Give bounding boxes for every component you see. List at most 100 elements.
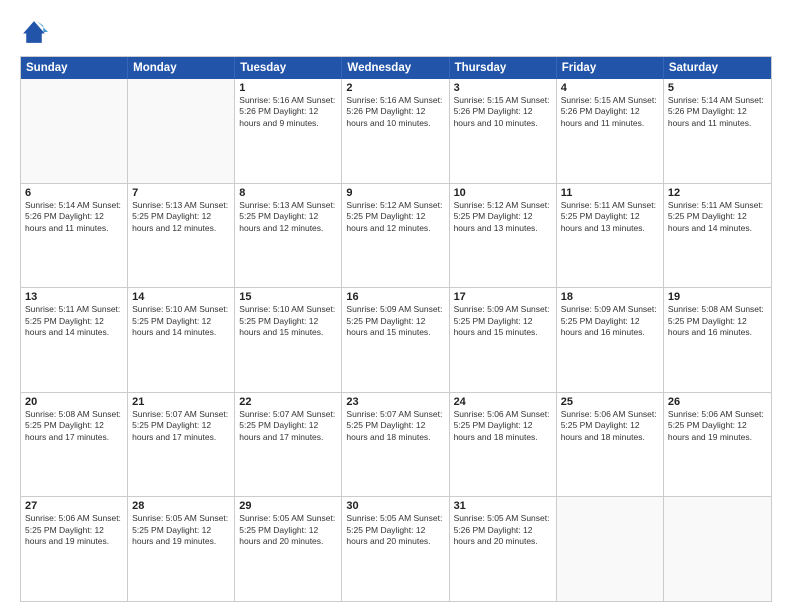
cell-info: Sunrise: 5:09 AM Sunset: 5:25 PM Dayligh… [561,304,659,338]
calendar-row-1: 6Sunrise: 5:14 AM Sunset: 5:26 PM Daylig… [21,183,771,288]
cell-info: Sunrise: 5:07 AM Sunset: 5:25 PM Dayligh… [239,409,337,443]
cell-info: Sunrise: 5:12 AM Sunset: 5:25 PM Dayligh… [454,200,552,234]
day-number: 23 [346,396,444,408]
calendar-row-4: 27Sunrise: 5:06 AM Sunset: 5:25 PM Dayli… [21,496,771,601]
cell-info: Sunrise: 5:11 AM Sunset: 5:25 PM Dayligh… [25,304,123,338]
day-number: 8 [239,187,337,199]
day-number: 20 [25,396,123,408]
weekday-header-saturday: Saturday [664,57,771,79]
calendar-cell: 8Sunrise: 5:13 AM Sunset: 5:25 PM Daylig… [235,184,342,288]
calendar-cell: 21Sunrise: 5:07 AM Sunset: 5:25 PM Dayli… [128,393,235,497]
cell-info: Sunrise: 5:08 AM Sunset: 5:25 PM Dayligh… [25,409,123,443]
weekday-header-monday: Monday [128,57,235,79]
day-number: 7 [132,187,230,199]
calendar-cell: 19Sunrise: 5:08 AM Sunset: 5:25 PM Dayli… [664,288,771,392]
cell-info: Sunrise: 5:16 AM Sunset: 5:26 PM Dayligh… [346,95,444,129]
calendar-cell: 22Sunrise: 5:07 AM Sunset: 5:25 PM Dayli… [235,393,342,497]
calendar-cell: 11Sunrise: 5:11 AM Sunset: 5:25 PM Dayli… [557,184,664,288]
cell-info: Sunrise: 5:09 AM Sunset: 5:25 PM Dayligh… [454,304,552,338]
day-number: 30 [346,500,444,512]
day-number: 6 [25,187,123,199]
weekday-header-tuesday: Tuesday [235,57,342,79]
calendar-cell: 14Sunrise: 5:10 AM Sunset: 5:25 PM Dayli… [128,288,235,392]
calendar-cell: 1Sunrise: 5:16 AM Sunset: 5:26 PM Daylig… [235,79,342,183]
calendar-row-0: 1Sunrise: 5:16 AM Sunset: 5:26 PM Daylig… [21,79,771,183]
cell-info: Sunrise: 5:13 AM Sunset: 5:25 PM Dayligh… [132,200,230,234]
day-number: 17 [454,291,552,303]
cell-info: Sunrise: 5:12 AM Sunset: 5:25 PM Dayligh… [346,200,444,234]
day-number: 4 [561,82,659,94]
day-number: 25 [561,396,659,408]
calendar-cell: 7Sunrise: 5:13 AM Sunset: 5:25 PM Daylig… [128,184,235,288]
day-number: 31 [454,500,552,512]
header [20,18,772,46]
calendar-cell: 4Sunrise: 5:15 AM Sunset: 5:26 PM Daylig… [557,79,664,183]
day-number: 5 [668,82,767,94]
cell-info: Sunrise: 5:06 AM Sunset: 5:25 PM Dayligh… [25,513,123,547]
day-number: 27 [25,500,123,512]
cell-info: Sunrise: 5:11 AM Sunset: 5:25 PM Dayligh… [668,200,767,234]
cell-info: Sunrise: 5:08 AM Sunset: 5:25 PM Dayligh… [668,304,767,338]
day-number: 26 [668,396,767,408]
cell-info: Sunrise: 5:14 AM Sunset: 5:26 PM Dayligh… [25,200,123,234]
day-number: 21 [132,396,230,408]
calendar-cell: 13Sunrise: 5:11 AM Sunset: 5:25 PM Dayli… [21,288,128,392]
calendar-cell: 9Sunrise: 5:12 AM Sunset: 5:25 PM Daylig… [342,184,449,288]
calendar-cell: 31Sunrise: 5:05 AM Sunset: 5:26 PM Dayli… [450,497,557,601]
day-number: 22 [239,396,337,408]
day-number: 28 [132,500,230,512]
calendar-row-2: 13Sunrise: 5:11 AM Sunset: 5:25 PM Dayli… [21,287,771,392]
day-number: 16 [346,291,444,303]
cell-info: Sunrise: 5:15 AM Sunset: 5:26 PM Dayligh… [454,95,552,129]
cell-info: Sunrise: 5:06 AM Sunset: 5:25 PM Dayligh… [668,409,767,443]
calendar-cell: 12Sunrise: 5:11 AM Sunset: 5:25 PM Dayli… [664,184,771,288]
day-number: 3 [454,82,552,94]
calendar-cell: 6Sunrise: 5:14 AM Sunset: 5:26 PM Daylig… [21,184,128,288]
calendar-cell: 24Sunrise: 5:06 AM Sunset: 5:25 PM Dayli… [450,393,557,497]
day-number: 11 [561,187,659,199]
logo-icon [20,18,48,46]
cell-info: Sunrise: 5:06 AM Sunset: 5:25 PM Dayligh… [561,409,659,443]
weekday-header-thursday: Thursday [450,57,557,79]
day-number: 10 [454,187,552,199]
page: SundayMondayTuesdayWednesdayThursdayFrid… [0,0,792,612]
day-number: 14 [132,291,230,303]
calendar-cell [557,497,664,601]
day-number: 19 [668,291,767,303]
cell-info: Sunrise: 5:14 AM Sunset: 5:26 PM Dayligh… [668,95,767,129]
cell-info: Sunrise: 5:07 AM Sunset: 5:25 PM Dayligh… [132,409,230,443]
cell-info: Sunrise: 5:05 AM Sunset: 5:26 PM Dayligh… [454,513,552,547]
cell-info: Sunrise: 5:13 AM Sunset: 5:25 PM Dayligh… [239,200,337,234]
logo [20,18,52,46]
calendar-cell [21,79,128,183]
calendar-cell: 26Sunrise: 5:06 AM Sunset: 5:25 PM Dayli… [664,393,771,497]
calendar-cell: 15Sunrise: 5:10 AM Sunset: 5:25 PM Dayli… [235,288,342,392]
day-number: 9 [346,187,444,199]
calendar-row-3: 20Sunrise: 5:08 AM Sunset: 5:25 PM Dayli… [21,392,771,497]
calendar-cell: 20Sunrise: 5:08 AM Sunset: 5:25 PM Dayli… [21,393,128,497]
cell-info: Sunrise: 5:05 AM Sunset: 5:25 PM Dayligh… [132,513,230,547]
day-number: 13 [25,291,123,303]
cell-info: Sunrise: 5:10 AM Sunset: 5:25 PM Dayligh… [132,304,230,338]
cell-info: Sunrise: 5:06 AM Sunset: 5:25 PM Dayligh… [454,409,552,443]
cell-info: Sunrise: 5:15 AM Sunset: 5:26 PM Dayligh… [561,95,659,129]
day-number: 2 [346,82,444,94]
calendar-body: 1Sunrise: 5:16 AM Sunset: 5:26 PM Daylig… [21,79,771,601]
cell-info: Sunrise: 5:05 AM Sunset: 5:25 PM Dayligh… [239,513,337,547]
calendar-cell: 18Sunrise: 5:09 AM Sunset: 5:25 PM Dayli… [557,288,664,392]
day-number: 24 [454,396,552,408]
day-number: 18 [561,291,659,303]
cell-info: Sunrise: 5:07 AM Sunset: 5:25 PM Dayligh… [346,409,444,443]
calendar-cell [128,79,235,183]
day-number: 1 [239,82,337,94]
calendar-cell [664,497,771,601]
cell-info: Sunrise: 5:16 AM Sunset: 5:26 PM Dayligh… [239,95,337,129]
calendar-cell: 16Sunrise: 5:09 AM Sunset: 5:25 PM Dayli… [342,288,449,392]
calendar: SundayMondayTuesdayWednesdayThursdayFrid… [20,56,772,602]
calendar-cell: 28Sunrise: 5:05 AM Sunset: 5:25 PM Dayli… [128,497,235,601]
day-number: 29 [239,500,337,512]
weekday-header-wednesday: Wednesday [342,57,449,79]
calendar-cell: 5Sunrise: 5:14 AM Sunset: 5:26 PM Daylig… [664,79,771,183]
calendar-cell: 17Sunrise: 5:09 AM Sunset: 5:25 PM Dayli… [450,288,557,392]
calendar-cell: 3Sunrise: 5:15 AM Sunset: 5:26 PM Daylig… [450,79,557,183]
